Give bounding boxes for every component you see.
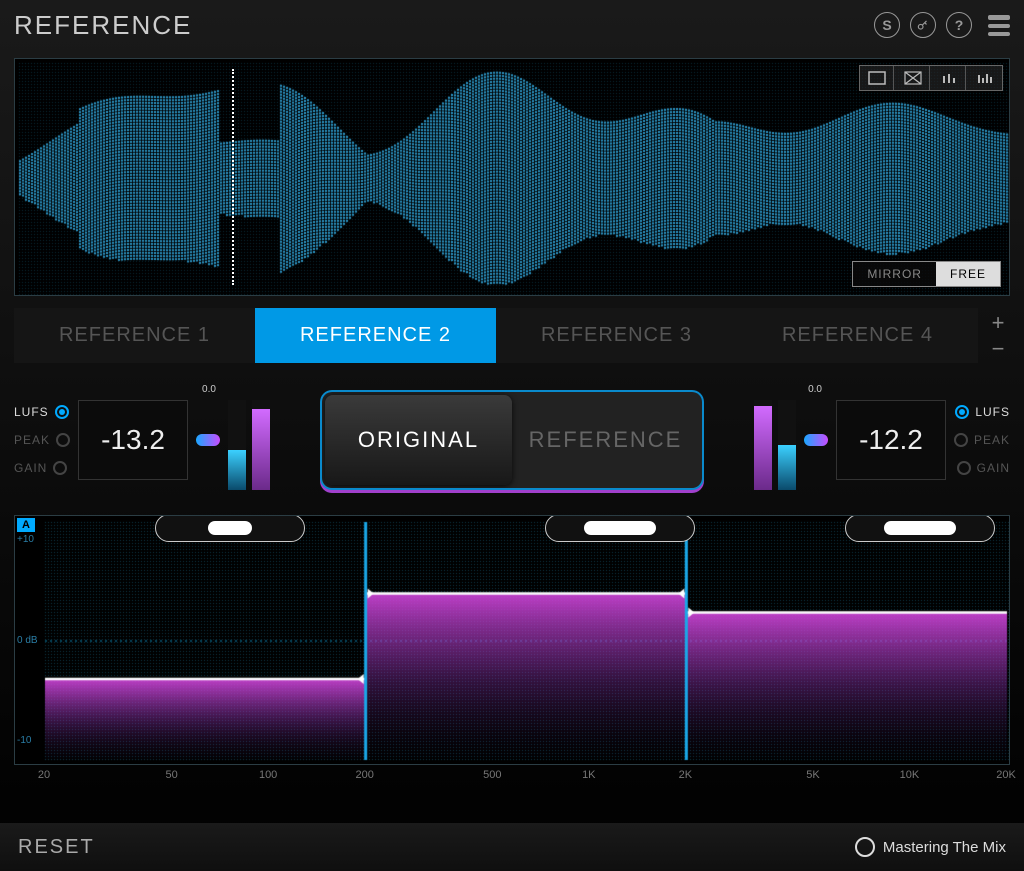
add-tab-icon[interactable]: + (986, 314, 1010, 332)
freq-tick: 2K (679, 769, 692, 781)
key-icon[interactable] (910, 12, 936, 38)
header: REFERENCE S ? (0, 0, 1024, 50)
left-mode-peak[interactable]: PEAK (14, 433, 70, 447)
left-mode-gain[interactable]: GAIN (14, 461, 70, 475)
view-mode-x-icon[interactable] (896, 66, 930, 90)
right-link-toggle[interactable] (804, 434, 828, 446)
help-icon[interactable]: ? (946, 12, 972, 38)
playback-mode-toggle: MIRROR FREE (852, 261, 1001, 287)
right-bars: -0.9 PEAK -12.2 LUFS 0.0 (754, 390, 796, 490)
reference-tabs-row: REFERENCE 1 REFERENCE 2 REFERENCE 3 REFE… (14, 308, 1010, 363)
freq-tick: 50 (165, 769, 177, 781)
left-meter-group: LUFS PEAK GAIN -13.2 0.0 -13.2 LUFS -1.2… (14, 390, 270, 490)
right-meter-group: -0.9 PEAK -12.2 LUFS 0.0 -12.2 LUFS PEAK… (754, 390, 1010, 490)
freq-tick: 20K (996, 769, 1016, 781)
right-mode-labels: LUFS PEAK GAIN (954, 405, 1010, 475)
view-mode-box-icon[interactable] (860, 66, 894, 90)
frequency-axis: 20501002005001K2K5K10K20K (14, 769, 1010, 791)
original-reference-switch: ORIGINAL REFERENCE (322, 392, 702, 488)
freq-tick: 10K (900, 769, 920, 781)
left-mode-labels: LUFS PEAK GAIN (14, 405, 70, 475)
s-button-icon[interactable]: S (874, 12, 900, 38)
eq-panel[interactable]: A +100 dB-10 (14, 515, 1010, 765)
right-peak-bar: -0.9 PEAK (754, 400, 772, 490)
brand-label: Mastering The Mix (883, 839, 1006, 856)
view-mode-group (859, 65, 1003, 91)
meter-row: LUFS PEAK GAIN -13.2 0.0 -13.2 LUFS -1.2… (0, 367, 1024, 507)
app-title: REFERENCE (14, 10, 192, 41)
left-peak-bar: -1.2 PEAK (252, 400, 270, 490)
app-root: REFERENCE S ? MIRROR FREE REFERENCE 1 RE… (0, 0, 1024, 871)
tab-reference-1[interactable]: REFERENCE 1 (14, 308, 255, 363)
left-bars: 0.0 -13.2 LUFS -1.2 PEAK (228, 390, 270, 490)
freq-tick: 20 (38, 769, 50, 781)
left-link-toggle[interactable] (196, 434, 220, 446)
band-3-pill[interactable] (845, 515, 995, 542)
tab-reference-4[interactable]: REFERENCE 4 (737, 308, 978, 363)
view-mode-bars-icon[interactable] (932, 66, 966, 90)
freq-tick: 200 (355, 769, 373, 781)
right-mode-gain[interactable]: GAIN (954, 461, 1010, 475)
left-readout: -13.2 (78, 400, 188, 480)
freq-tick: 500 (483, 769, 501, 781)
switch-reference[interactable]: REFERENCE (512, 395, 699, 485)
left-lufs-bar: -13.2 LUFS (228, 400, 246, 490)
band-2-pill[interactable] (545, 515, 695, 542)
brand[interactable]: Mastering The Mix (855, 837, 1006, 857)
tab-add-remove: + − (986, 308, 1010, 363)
playhead-marker[interactable] (232, 69, 234, 285)
mirror-button[interactable]: MIRROR (853, 262, 936, 286)
switch-original[interactable]: ORIGINAL (325, 395, 512, 485)
eq-preset-badge[interactable]: A (17, 518, 35, 532)
free-button[interactable]: FREE (936, 262, 1000, 286)
right-mode-peak[interactable]: PEAK (954, 433, 1010, 447)
menu-icon[interactable] (988, 15, 1010, 36)
view-mode-bars2-icon[interactable] (968, 66, 1002, 90)
eq-display (15, 516, 1010, 765)
footer: RESET Mastering The Mix (0, 823, 1024, 871)
left-mode-lufs[interactable]: LUFS (14, 405, 70, 419)
right-lufs-bar: -12.2 LUFS (778, 400, 796, 490)
eq-yaxis: +100 dB-10 (17, 534, 43, 746)
freq-tick: 100 (259, 769, 277, 781)
right-scale-top: 0.0 (808, 384, 822, 395)
brand-icon (855, 837, 875, 857)
right-readout: -12.2 (836, 400, 946, 480)
remove-tab-icon[interactable]: − (986, 340, 1010, 358)
right-mode-lufs[interactable]: LUFS (954, 405, 1010, 419)
reset-button[interactable]: RESET (18, 836, 95, 859)
waveform-panel[interactable]: MIRROR FREE (14, 58, 1010, 296)
header-icons: S ? (874, 12, 1010, 38)
freq-tick: 5K (806, 769, 819, 781)
tab-reference-2[interactable]: REFERENCE 2 (255, 308, 496, 363)
tab-reference-3[interactable]: REFERENCE 3 (496, 308, 737, 363)
freq-tick: 1K (582, 769, 595, 781)
left-scale-top: 0.0 (202, 384, 216, 395)
reference-tabs: REFERENCE 1 REFERENCE 2 REFERENCE 3 REFE… (14, 308, 978, 363)
band-1-pill[interactable] (155, 515, 305, 542)
